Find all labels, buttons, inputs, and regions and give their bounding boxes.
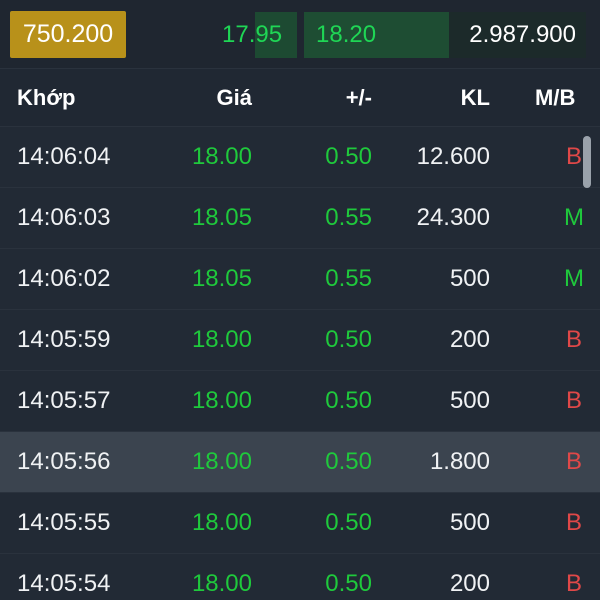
trade-volume: 12.600 — [416, 143, 490, 170]
trade-side: B — [565, 326, 582, 353]
table-row[interactable]: 14:06:04 18.00 0.50 12.600 B — [0, 126, 600, 187]
header-time[interactable]: Khớp — [17, 68, 75, 128]
trade-change: 0.50 — [325, 387, 372, 414]
table-row[interactable]: 14:05:54 18.00 0.50 200 B — [0, 553, 600, 600]
trade-price: 18.05 — [191, 265, 252, 292]
trade-time: 14:05:55 — [17, 509, 111, 536]
table-header: Khớp Giá +/- KL M/B — [0, 68, 600, 128]
trade-ticker-panel: 750.200 17.95 18.20 2.987.900 Khớp Giá +… — [0, 0, 600, 600]
trade-time: 14:06:04 — [17, 143, 111, 170]
header-volume[interactable]: KL — [461, 68, 490, 128]
trade-change: 0.55 — [325, 265, 372, 292]
trade-price: 18.00 — [191, 387, 252, 414]
trade-volume: 500 — [449, 387, 490, 414]
trade-change: 0.50 — [325, 143, 372, 170]
trade-side: B — [565, 448, 582, 475]
bid-price[interactable]: 17.95 — [200, 12, 296, 58]
trade-price: 18.00 — [191, 570, 252, 597]
scrollbar-thumb[interactable] — [583, 136, 591, 188]
table-row[interactable]: 14:05:55 18.00 0.50 500 B — [0, 492, 600, 553]
trade-time: 14:05:57 — [17, 387, 111, 414]
trade-price: 18.00 — [191, 326, 252, 353]
trade-time: 14:06:03 — [17, 204, 111, 231]
trade-change: 0.50 — [325, 509, 372, 536]
header-change[interactable]: +/- — [346, 68, 372, 128]
trade-time: 14:05:59 — [17, 326, 111, 353]
trade-volume: 200 — [449, 570, 490, 597]
table-row-highlighted[interactable]: 14:05:56 18.00 0.50 1.800 B — [0, 431, 600, 492]
table-row[interactable]: 14:06:03 18.05 0.55 24.300 M — [0, 187, 600, 248]
trade-side: M — [564, 204, 584, 231]
trade-change: 0.55 — [325, 204, 372, 231]
table-row[interactable]: 14:05:59 18.00 0.50 200 B — [0, 309, 600, 370]
table-row[interactable]: 14:05:57 18.00 0.50 500 B — [0, 370, 600, 431]
trade-change: 0.50 — [325, 326, 372, 353]
trade-price: 18.05 — [191, 204, 252, 231]
trade-time: 14:05:54 — [17, 570, 111, 597]
trade-price: 18.00 — [191, 448, 252, 475]
trade-side: B — [565, 387, 582, 414]
trade-time: 14:05:56 — [17, 448, 111, 475]
trade-side: B — [565, 143, 582, 170]
trade-volume: 1.800 — [429, 448, 490, 475]
ask-block[interactable]: 18.20 2.987.900 — [304, 12, 586, 58]
bid-price-value: 17.95 — [222, 21, 283, 48]
trade-side: B — [565, 570, 582, 597]
trade-price: 18.00 — [191, 509, 252, 536]
ask-volume: 2.987.900 — [469, 21, 576, 48]
trade-volume: 200 — [449, 326, 490, 353]
trade-volume: 24.300 — [416, 204, 490, 231]
trade-list[interactable]: 14:06:04 18.00 0.50 12.600 B 14:06:03 18… — [0, 126, 600, 600]
trade-side: M — [564, 265, 584, 292]
trade-volume: 500 — [449, 509, 490, 536]
header-price[interactable]: Giá — [217, 68, 252, 128]
table-row[interactable]: 14:06:02 18.05 0.55 500 M — [0, 248, 600, 309]
trade-side: B — [565, 509, 582, 536]
header-side[interactable]: M/B — [535, 68, 575, 128]
ask-price: 18.20 — [316, 21, 377, 48]
order-book-summary: 750.200 17.95 18.20 2.987.900 — [0, 0, 600, 69]
total-volume-badge: 750.200 — [10, 11, 126, 58]
trade-volume: 500 — [449, 265, 490, 292]
trade-price: 18.00 — [191, 143, 252, 170]
trade-time: 14:06:02 — [17, 265, 111, 292]
trade-change: 0.50 — [325, 448, 372, 475]
trade-change: 0.50 — [325, 570, 372, 597]
